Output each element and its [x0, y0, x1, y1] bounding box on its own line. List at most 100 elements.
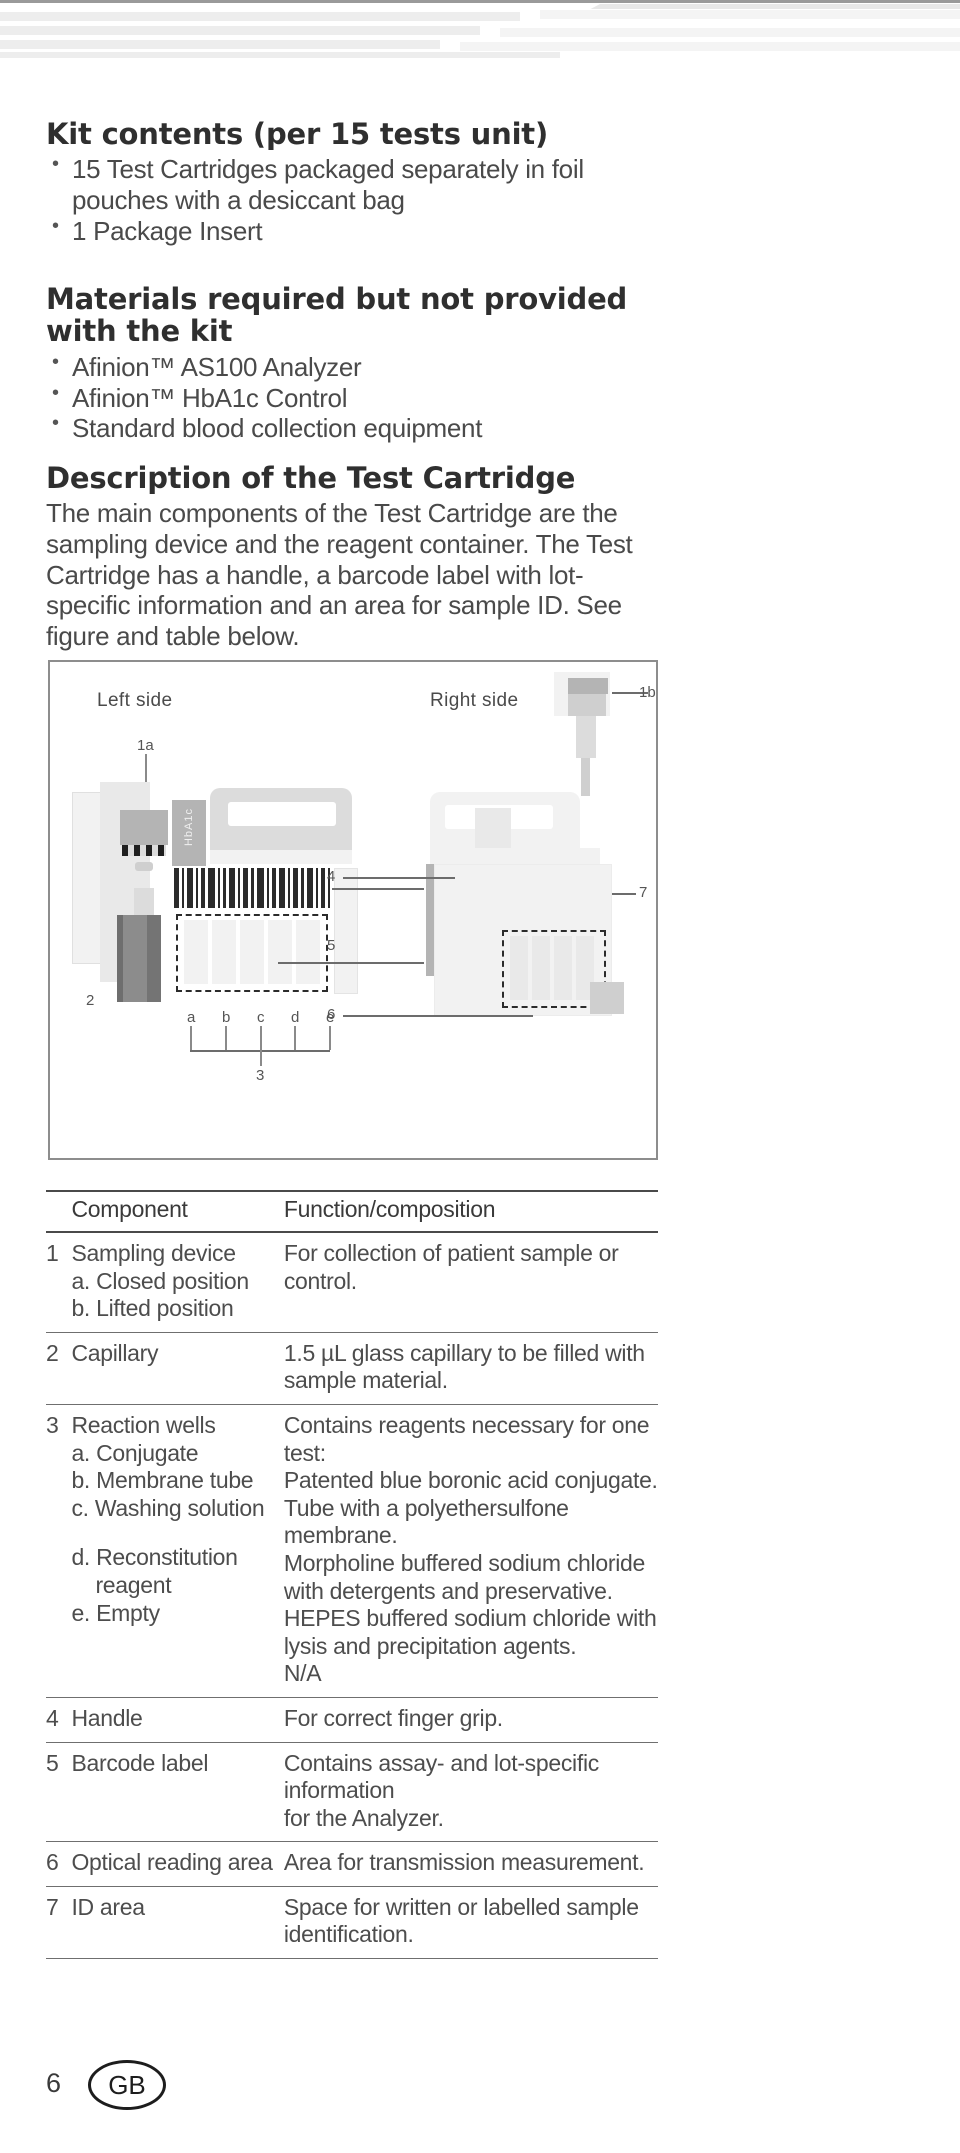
sampling-device-closed: [120, 810, 168, 845]
section-kit-contents: Kit contents (per 15 tests unit) 15 Test…: [46, 118, 646, 246]
cartridge-right-foot: [590, 982, 624, 1014]
kit-contents-heading: Kit contents (per 15 tests unit): [46, 117, 549, 151]
list-item: Standard blood collection equipment: [46, 412, 656, 444]
function-line: sample material.: [283, 1367, 448, 1394]
table-row: 2 Capillary 1.5 µL glass capillary to be…: [46, 1332, 658, 1405]
component-main: Barcode label: [71, 1749, 209, 1776]
region-badge: GB: [88, 2060, 166, 2110]
row-number: 1: [46, 1232, 72, 1333]
capillary-block: [117, 915, 161, 1002]
row-component: Sampling device a. Closed position b. Li…: [71, 1232, 284, 1333]
table-header-row: Component Function/composition: [46, 1190, 658, 1233]
right-well-c: [554, 936, 572, 1000]
table-header: Component Function/composition: [46, 1190, 658, 1233]
section-materials-required: Materials required but not provided with…: [46, 283, 656, 444]
figure-callout-1b: 1b: [639, 684, 656, 701]
bracket-tick-d: [294, 1026, 296, 1050]
barcode-label: [172, 868, 332, 908]
row-function: For collection of patient sample or cont…: [283, 1232, 658, 1333]
sampling-device-stem: [134, 888, 154, 916]
table-header-number: [46, 1190, 72, 1233]
component-sub: a. Conjugate: [71, 1439, 199, 1466]
kit-contents-list: 15 Test Cartridges packaged separately i…: [46, 153, 646, 247]
function-line: Morpholine buffered sodium chloride: [283, 1549, 645, 1576]
component-main: Capillary: [71, 1339, 159, 1366]
id-area-left: [334, 868, 358, 994]
figure-callout-a: a: [187, 1009, 196, 1026]
function-line: Contains assay- and lot-specific informa…: [283, 1749, 599, 1804]
sampling-device-lifted-neck: [576, 716, 596, 758]
cartridge-right-shoulder: [430, 848, 600, 864]
figure-callout-4: 4: [327, 868, 336, 885]
row-number: 5: [46, 1742, 72, 1843]
function-line: with detergents and preservative.: [283, 1577, 613, 1604]
function-line: N/A: [283, 1660, 322, 1687]
component-sub: b. Lifted position: [71, 1295, 234, 1322]
row-number: 3: [46, 1404, 72, 1698]
function-line: Patented blue boronic acid conjugate.: [283, 1467, 658, 1494]
function-line: 1.5 µL glass capillary to be filled with: [283, 1339, 645, 1366]
row-component: Optical reading area: [71, 1841, 284, 1887]
component-sub: b. Membrane tube: [71, 1467, 254, 1494]
function-line: For correct finger grip.: [283, 1704, 503, 1731]
table-header-component: Component: [71, 1190, 284, 1233]
sampling-device-lifted-body: [568, 694, 606, 716]
description-paragraph: The main components of the Test Cartridg…: [46, 498, 633, 652]
row-function: For correct finger grip.: [283, 1697, 658, 1743]
callout-leader-5: [332, 888, 424, 890]
row-function: Contains assay- and lot-specific informa…: [283, 1742, 658, 1843]
row-function: 1.5 µL glass capillary to be filled with…: [283, 1332, 658, 1405]
row-component: Capillary: [71, 1332, 284, 1405]
cartridge-label-text: HbA1c: [183, 808, 195, 847]
callout-leader-6-right: [343, 1015, 533, 1017]
table-row: 7 ID area Space for written or labelled …: [46, 1886, 658, 1960]
page-footer: 6 GB: [0, 2060, 960, 2140]
figure-callout-1a: 1a: [137, 737, 154, 754]
cartridge-right-edge: [426, 864, 434, 976]
bracket-tick-c: [260, 1026, 262, 1050]
component-sub: d. Reconstitution: [71, 1544, 238, 1571]
right-well-a: [510, 936, 528, 1000]
figure-right-caption: Right side: [430, 690, 519, 711]
component-main: Optical reading area: [71, 1849, 273, 1876]
callout-leader-4: [343, 877, 455, 879]
row-function: Space for written or labelled sample ide…: [283, 1886, 658, 1960]
cartridge-right-neck: [475, 808, 511, 852]
function-line: Contains reagents necessary for one test…: [283, 1411, 650, 1466]
table-row: 1 Sampling device a. Closed position b. …: [46, 1232, 658, 1333]
component-sub: e. Empty: [71, 1599, 160, 1626]
component-sub: a. Closed position: [71, 1267, 249, 1294]
table-body: 1 Sampling device a. Closed position b. …: [46, 1232, 658, 1960]
function-line: identification.: [283, 1921, 414, 1948]
figure-callout-6: 6: [327, 1006, 336, 1023]
bracket-stem: [260, 1050, 262, 1066]
bracket-tick-a: [190, 1026, 192, 1050]
materials-required-heading: Materials required but not provided with…: [46, 282, 628, 349]
figure-callout-5: 5: [327, 937, 336, 954]
figure-callout-d: d: [291, 1009, 300, 1026]
list-item: 1 Package Insert: [46, 215, 646, 247]
handle-grip-window: [228, 802, 336, 826]
section-description: Description of the Test Cartridge The ma…: [46, 462, 646, 652]
component-sub: c. Washing solution: [71, 1494, 265, 1521]
component-main: Sampling device: [71, 1240, 236, 1266]
figure-callout-2: 2: [86, 992, 95, 1009]
figure-callout-c: c: [257, 1009, 265, 1026]
table-row: 6 Optical reading area Area for transmis…: [46, 1841, 658, 1887]
sampling-device-lifted-tip: [581, 758, 590, 796]
page-number: 6: [46, 2068, 62, 2098]
sampling-device-lifted-cap: [568, 678, 608, 694]
figure-callout-b: b: [222, 1009, 231, 1026]
description-heading: Description of the Test Cartridge: [46, 461, 576, 495]
list-item: Afinion™ AS100 Analyzer: [46, 351, 656, 383]
row-number: 6: [46, 1841, 72, 1887]
function-line: Area for transmission measurement.: [283, 1849, 645, 1876]
figure-callout-3: 3: [256, 1067, 265, 1084]
callout-leader-6: [278, 962, 424, 964]
table-header-function: Function/composition: [283, 1190, 658, 1233]
cartridge-handle-base: [210, 850, 352, 864]
sampling-device-slot: [135, 862, 153, 871]
function-line: Space for written or labelled sample: [283, 1893, 639, 1920]
reaction-well-c: [240, 920, 264, 984]
bracket-tick-b: [225, 1026, 227, 1050]
